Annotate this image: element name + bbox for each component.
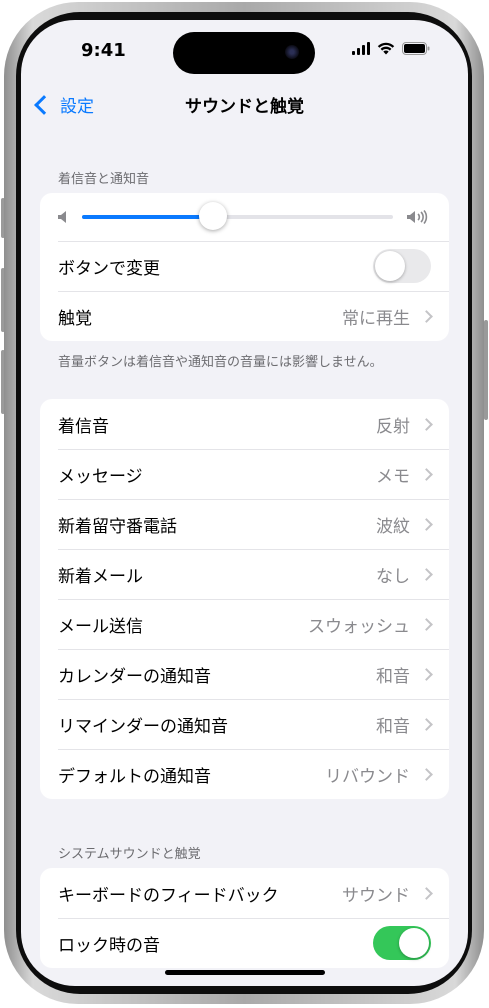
new-mail-tone-row[interactable]: 新着メール なし <box>40 549 449 599</box>
power-button <box>484 320 488 420</box>
default-alert-label: デフォルトの通知音 <box>58 766 211 787</box>
home-indicator <box>165 970 325 975</box>
haptics-row[interactable]: 触覚 常に再生 <box>40 291 449 341</box>
haptics-value: 常に再生 <box>342 308 410 329</box>
change-with-buttons-label: ボタンで変更 <box>58 258 160 279</box>
speaker-low-icon <box>58 211 66 223</box>
reminder-alert-label: リマインダーの通知音 <box>58 716 228 737</box>
signal-icon <box>352 42 370 55</box>
wifi-icon <box>377 42 395 55</box>
sent-mail-tone-label: メール送信 <box>58 616 143 637</box>
chevron-right-icon <box>420 767 433 781</box>
default-alert-value: リバウンド <box>325 766 410 787</box>
chevron-right-icon <box>420 309 433 323</box>
ringtone-row[interactable]: 着信音 反射 <box>40 399 449 449</box>
section-header-system: システムサウンドと触覚 <box>58 847 201 862</box>
lock-sound-label: ロック時の音 <box>58 935 160 956</box>
volume-slider[interactable] <box>82 202 393 230</box>
lock-sound-row: ロック時の音 <box>40 918 449 968</box>
message-tone-label: メッセージ <box>58 466 143 487</box>
voicemail-tone-value: 波紋 <box>376 516 410 537</box>
chevron-right-icon <box>420 886 433 900</box>
ringtone-label: 着信音 <box>58 416 109 437</box>
chevron-right-icon <box>420 617 433 631</box>
change-with-buttons-row: ボタンで変更 <box>40 241 449 291</box>
battery-icon <box>402 42 430 55</box>
status-time: 9:41 <box>81 40 126 61</box>
chevron-right-icon <box>420 467 433 481</box>
calendar-alert-value: 和音 <box>376 666 410 687</box>
section-header-ringer: 着信音と通知音 <box>58 172 150 187</box>
system-group: キーボードのフィードバック サウンド ロック時の音 <box>40 868 449 968</box>
tones-group: 着信音 反射 メッセージ メモ 新着留守番電話 波紋 新着メール なし メール送… <box>40 399 449 799</box>
volume-slider-knob[interactable] <box>198 202 227 230</box>
ringtone-value: 反射 <box>376 416 410 437</box>
volume-row <box>40 193 449 241</box>
keyboard-feedback-value: サウンド <box>342 885 410 906</box>
chevron-right-icon <box>420 667 433 681</box>
chevron-right-icon <box>420 417 433 431</box>
volume-slider-fill <box>82 215 213 219</box>
new-mail-tone-label: 新着メール <box>58 566 143 587</box>
speaker-high-icon <box>407 210 428 224</box>
sent-mail-tone-row[interactable]: メール送信 スウォッシュ <box>40 599 449 649</box>
reminder-alert-value: 和音 <box>376 716 410 737</box>
navigation-bar: 設定 サウンドと触覚 <box>21 92 468 122</box>
page-title: サウンドと触覚 <box>185 97 304 117</box>
lock-sound-toggle[interactable] <box>373 926 431 960</box>
calendar-alert-label: カレンダーの通知音 <box>58 666 211 687</box>
change-with-buttons-toggle[interactable] <box>373 249 431 283</box>
camera-icon <box>285 45 299 59</box>
default-alert-row[interactable]: デフォルトの通知音 リバウンド <box>40 749 449 799</box>
ringer-group: ボタンで変更 触覚 常に再生 <box>40 193 449 341</box>
calendar-alert-row[interactable]: カレンダーの通知音 和音 <box>40 649 449 699</box>
toggle-knob <box>399 928 429 958</box>
dynamic-island <box>173 32 315 74</box>
haptics-label: 触覚 <box>58 308 92 329</box>
new-mail-tone-value: なし <box>376 566 410 587</box>
chevron-right-icon <box>420 517 433 531</box>
chevron-right-icon <box>420 567 433 581</box>
voicemail-tone-label: 新着留守番電話 <box>58 516 177 537</box>
status-icons <box>352 42 430 55</box>
message-tone-value: メモ <box>376 466 410 487</box>
screen: 9:41 設定 サウンドと触覚 着信音と通知音 ボタンで変更 触覚 常に再生 音… <box>21 20 468 986</box>
keyboard-feedback-label: キーボードのフィードバック <box>58 885 279 906</box>
keyboard-feedback-row[interactable]: キーボードのフィードバック サウンド <box>40 868 449 918</box>
toggle-knob <box>375 251 405 281</box>
chevron-right-icon <box>420 717 433 731</box>
sent-mail-tone-value: スウォッシュ <box>308 616 410 637</box>
section-footer-ringer: 音量ボタンは着信音や通知音の音量には影響しません。 <box>58 355 383 370</box>
reminder-alert-row[interactable]: リマインダーの通知音 和音 <box>40 699 449 749</box>
message-tone-row[interactable]: メッセージ メモ <box>40 449 449 499</box>
voicemail-tone-row[interactable]: 新着留守番電話 波紋 <box>40 499 449 549</box>
